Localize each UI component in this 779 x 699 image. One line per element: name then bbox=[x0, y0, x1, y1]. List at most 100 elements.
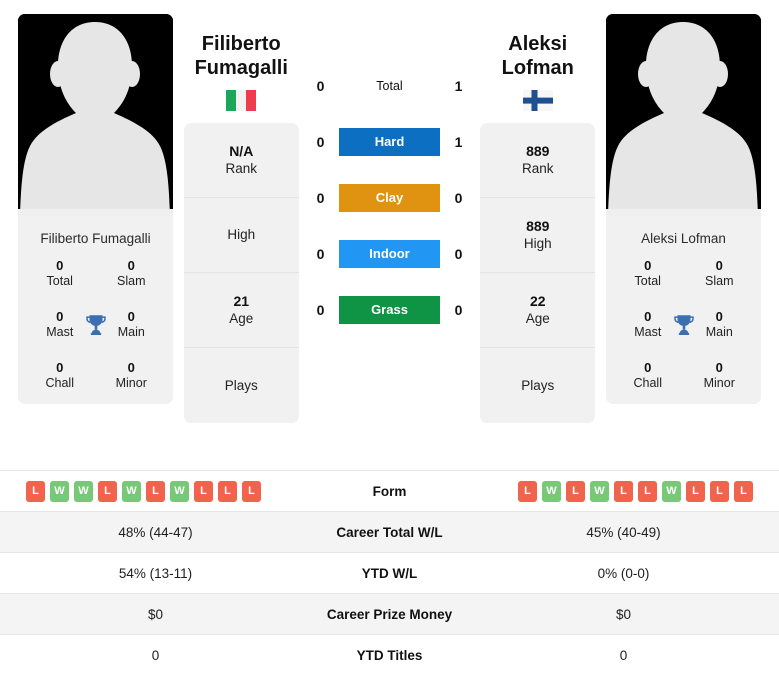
h2h-right-score: 0 bbox=[454, 246, 463, 262]
form-badge-l[interactable]: L bbox=[218, 480, 237, 502]
right-ytd-wl: 0% (0-0) bbox=[597, 565, 650, 581]
row-label-career-prize-money: Career Prize Money bbox=[326, 606, 453, 622]
right-player-titles-card: Aleksi Lofman 0 Total 0 Slam 0 Mast 0 Ma… bbox=[606, 216, 761, 404]
h2h-surface-label-indoor[interactable]: Indoor bbox=[339, 240, 440, 268]
table-row-form: LWWLWLWLLL Form LWLWLLWLLL bbox=[0, 470, 779, 512]
flag-italy-icon bbox=[226, 89, 257, 111]
table-row-ytd-titles: 0 YTD Titles 0 bbox=[0, 634, 779, 676]
left-ytd-wl: 54% (13-11) bbox=[118, 565, 193, 581]
title-stat-total: 0 Total bbox=[46, 258, 73, 289]
form-badge-l[interactable]: L bbox=[194, 480, 213, 502]
h2h-row-total: 0 Total 1 bbox=[310, 72, 470, 100]
flag-finland-icon bbox=[522, 89, 553, 111]
right-player-heading: Aleksi Lofman bbox=[470, 14, 605, 111]
rank-row-plays: Plays bbox=[224, 377, 258, 393]
title-stat-chall: 0 Chall bbox=[633, 359, 663, 390]
right-titles-grid: 0 Total 0 Slam 0 Mast 0 Main 0 Chall 0 M… bbox=[612, 258, 755, 392]
form-badge-w[interactable]: W bbox=[170, 480, 189, 502]
player-photo-placeholder-icon bbox=[606, 14, 761, 216]
form-badge-w[interactable]: W bbox=[590, 480, 609, 502]
head-to-head-summary: Filiberto Fumagalli 0 Total 0 Slam 0 Mas… bbox=[0, 0, 779, 470]
form-badge-l[interactable]: L bbox=[98, 480, 117, 502]
h2h-right-score: 0 bbox=[454, 302, 463, 318]
title-stat-minor: 0 Minor bbox=[115, 359, 147, 390]
form-badge-l[interactable]: L bbox=[566, 480, 585, 502]
h2h-right-score: 0 bbox=[454, 190, 463, 206]
rank-row-rank: N/A Rank bbox=[183, 123, 299, 198]
h2h-left-score: 0 bbox=[316, 246, 325, 262]
left-titles-grid: 0 Total 0 Slam 0 Mast 0 Main 0 Chall 0 M… bbox=[24, 258, 167, 392]
comparison-table: LWWLWLWLLL Form LWLWLLWLLL 48% (44-47) C… bbox=[0, 470, 779, 676]
left-player-name: Filiberto Fumagalli bbox=[40, 231, 151, 246]
table-row-career-prize-money: $0 Career Prize Money $0 bbox=[0, 593, 779, 635]
left-player-rank-card: N/A Rank High 21 Age Plays bbox=[183, 122, 299, 423]
left-player-card[interactable]: Filiberto Fumagalli 0 Total 0 Slam 0 Mas… bbox=[18, 14, 173, 404]
right-player-card[interactable]: Aleksi Lofman 0 Total 0 Slam 0 Mast 0 Ma… bbox=[606, 14, 761, 404]
form-badge-l[interactable]: L bbox=[146, 480, 165, 502]
row-label-career-total-wl: Career Total W/L bbox=[336, 524, 443, 540]
h2h-row-grass: 0 Grass 0 bbox=[310, 296, 470, 324]
trophy-icon bbox=[671, 312, 697, 338]
left-career-prize-money: $0 bbox=[147, 606, 164, 622]
form-badge-w[interactable]: W bbox=[662, 480, 681, 502]
title-stat-chall: 0 Chall bbox=[45, 359, 75, 390]
rank-row-age: 21 Age bbox=[183, 273, 299, 348]
h2h-left-score: 0 bbox=[316, 134, 325, 150]
table-row-ytd-wl: 54% (13-11) YTD W/L 0% (0-0) bbox=[0, 552, 779, 594]
right-player-first-name: Aleksi bbox=[508, 33, 568, 55]
form-badge-w[interactable]: W bbox=[74, 480, 93, 502]
rank-row-rank: 889 Rank bbox=[480, 123, 596, 198]
left-player-last-name: Fumagalli bbox=[194, 57, 288, 80]
head-to-head-surface-list: 0 Total 1 0 Hard 1 0 Clay 0 0 Indoor 0 0 bbox=[310, 14, 470, 324]
right-ytd-titles: 0 bbox=[619, 647, 628, 663]
form-badge-w[interactable]: W bbox=[542, 480, 561, 502]
right-form-cell: LWLWLLWLLL bbox=[468, 471, 779, 512]
h2h-left-score: 0 bbox=[316, 78, 325, 94]
form-badge-w[interactable]: W bbox=[50, 480, 69, 502]
h2h-left-score: 0 bbox=[316, 302, 325, 318]
form-badge-l[interactable]: L bbox=[518, 480, 537, 502]
left-player-heading: Filiberto Fumagalli bbox=[174, 14, 309, 111]
form-badge-l[interactable]: L bbox=[686, 480, 705, 502]
form-badge-w[interactable]: W bbox=[122, 480, 141, 502]
form-badge-l[interactable]: L bbox=[710, 480, 729, 502]
h2h-surface-label-hard[interactable]: Hard bbox=[339, 128, 440, 156]
left-career-total-wl: 48% (44-47) bbox=[118, 524, 193, 540]
form-badge-l[interactable]: L bbox=[734, 480, 753, 502]
row-label-ytd-wl: YTD W/L bbox=[361, 565, 418, 581]
left-player-first-name: Filiberto bbox=[201, 33, 281, 55]
row-label-ytd-titles: YTD Titles bbox=[356, 647, 423, 663]
h2h-right-score: 1 bbox=[454, 134, 463, 150]
table-row-career-total-wl: 48% (44-47) Career Total W/L 45% (40-49) bbox=[0, 511, 779, 553]
rank-row-age: 22 Age bbox=[480, 273, 596, 348]
trophy-icon bbox=[83, 312, 109, 338]
right-player-name: Aleksi Lofman bbox=[641, 231, 726, 246]
form-badge-l[interactable]: L bbox=[26, 480, 45, 502]
title-stat-slam: 0 Slam bbox=[117, 258, 146, 289]
right-player-rank-card: 889 Rank 889 High 22 Age Plays bbox=[480, 122, 596, 423]
left-ytd-titles: 0 bbox=[151, 647, 160, 663]
right-player-rank-column: Aleksi Lofman 889 Rank 889 High 22 Age P… bbox=[480, 14, 596, 423]
h2h-row-clay: 0 Clay 0 bbox=[310, 184, 470, 212]
player-comparison-page: Filiberto Fumagalli 0 Total 0 Slam 0 Mas… bbox=[0, 0, 779, 699]
right-form-strip: LWLWLLWLLL bbox=[468, 480, 779, 502]
form-badge-l[interactable]: L bbox=[614, 480, 633, 502]
rank-row-high: High bbox=[183, 198, 299, 273]
h2h-surface-label-total: Total bbox=[376, 79, 403, 93]
row-label-form: Form bbox=[372, 483, 407, 499]
h2h-surface-label-grass[interactable]: Grass bbox=[339, 296, 440, 324]
h2h-row-hard: 0 Hard 1 bbox=[310, 128, 470, 156]
form-badge-l[interactable]: L bbox=[242, 480, 261, 502]
left-player-rank-column: Filiberto Fumagalli N/A Rank High 21 Age… bbox=[183, 14, 299, 423]
left-form-cell: LWWLWLWLLL bbox=[0, 471, 311, 512]
title-stat-slam: 0 Slam bbox=[705, 258, 734, 289]
h2h-row-indoor: 0 Indoor 0 bbox=[310, 240, 470, 268]
form-badge-l[interactable]: L bbox=[638, 480, 657, 502]
left-player-titles-card: Filiberto Fumagalli 0 Total 0 Slam 0 Mas… bbox=[18, 216, 173, 404]
rank-row-high: 889 High bbox=[480, 198, 596, 273]
left-form-strip: LWWLWLWLLL bbox=[0, 480, 311, 502]
right-career-prize-money: $0 bbox=[615, 606, 632, 622]
rank-row-plays: Plays bbox=[521, 377, 555, 393]
h2h-left-score: 0 bbox=[316, 190, 325, 206]
h2h-surface-label-clay[interactable]: Clay bbox=[339, 184, 440, 212]
